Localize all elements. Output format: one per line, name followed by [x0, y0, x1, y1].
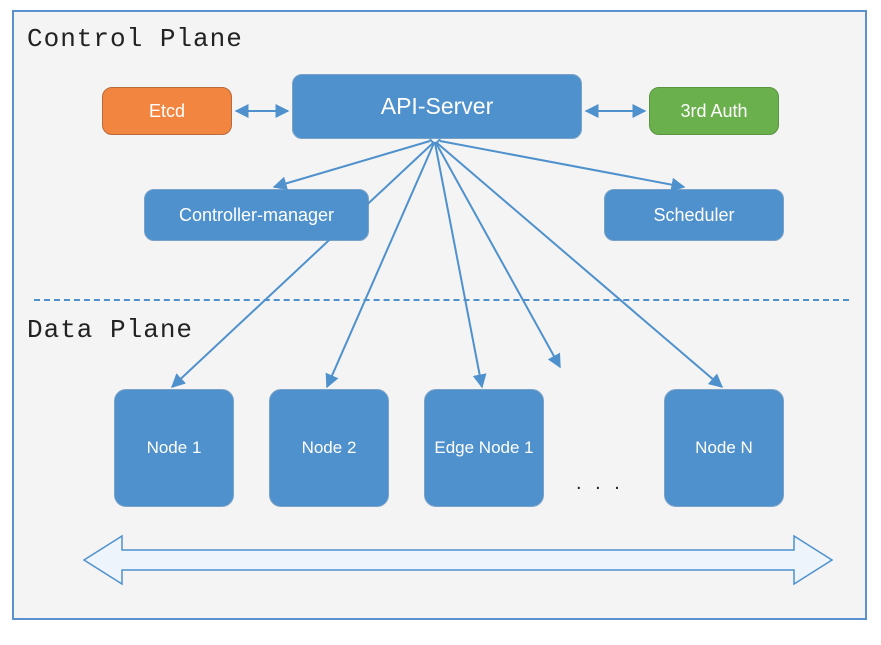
api-to-node1-arrow — [172, 143, 433, 387]
node-2-box: Node 2 — [269, 389, 389, 507]
control-plane-label: Control Plane — [27, 24, 243, 54]
api-to-mid-arrow — [436, 143, 560, 367]
hub-ornament — [430, 139, 440, 143]
api-to-scheduler-arrow — [440, 141, 684, 187]
node-n-box: Node N — [664, 389, 784, 507]
architecture-diagram: Control Plane Etcd API-Server 3rd Auth C… — [12, 10, 867, 620]
api-to-node2-arrow — [327, 143, 434, 387]
scheduler-box: Scheduler — [604, 189, 784, 241]
container-network-label: Container Network — [364, 549, 530, 572]
api-to-edge1-arrow — [435, 143, 482, 387]
third-auth-box: 3rd Auth — [649, 87, 779, 135]
api-to-noden-arrow — [437, 143, 722, 387]
controller-manager-box: Controller-manager — [144, 189, 369, 241]
api-server-box: API-Server — [292, 74, 582, 139]
edge-node-1-box: Edge Node 1 — [424, 389, 544, 507]
plane-divider — [34, 299, 849, 301]
api-to-controller-arrow — [274, 141, 430, 187]
node-1-box: Node 1 — [114, 389, 234, 507]
nodes-ellipsis: . . . — [576, 472, 624, 495]
data-plane-label: Data Plane — [27, 315, 193, 345]
etcd-box: Etcd — [102, 87, 232, 135]
